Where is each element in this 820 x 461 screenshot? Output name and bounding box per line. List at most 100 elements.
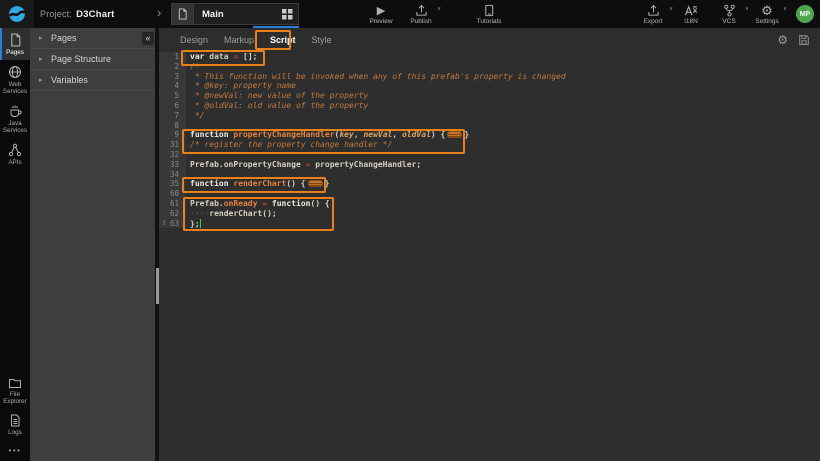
expand-arrow-icon: ▸	[39, 55, 51, 63]
play-icon: ▶	[377, 3, 385, 17]
code-line[interactable]: 8	[159, 121, 820, 131]
code-line[interactable]: 7 */	[159, 111, 820, 121]
code-line[interactable]: 4 * @key: property name	[159, 81, 820, 91]
line-number: 31	[159, 140, 186, 150]
line-number: 60	[159, 189, 186, 199]
tab-markup[interactable]: Markup	[224, 35, 254, 45]
sidebar-item-pages[interactable]: Pages	[0, 28, 30, 60]
tab-style[interactable]: Style	[312, 35, 332, 45]
wavemaker-logo[interactable]	[0, 0, 34, 28]
code-line[interactable]: 3 * This function will be invoked when a…	[159, 72, 820, 82]
sidebar-item-apis[interactable]: APIs	[0, 138, 30, 170]
sidebar-item-file-explorer[interactable]: File Explorer	[0, 371, 30, 409]
code-line[interactable]: 35function renderChart() {}	[159, 179, 820, 189]
toolbar-center: ▶ Preview Publish ∨ Tutorials	[366, 0, 504, 28]
breadcrumb-chevron-icon[interactable]: ›	[157, 5, 161, 20]
globe-icon	[8, 65, 22, 79]
tab-script[interactable]: Script	[270, 35, 296, 45]
line-number: 8	[159, 121, 186, 131]
script-editor: Design Markup Script Style ⚙ 1var data =…	[159, 28, 820, 461]
vcs-button[interactable]: VCS ∨	[714, 0, 744, 28]
code-text	[186, 121, 190, 131]
folded-code-widget[interactable]	[447, 131, 462, 138]
line-number: 7	[159, 111, 186, 121]
tab-design[interactable]: Design	[180, 35, 208, 45]
sidebar-item-web-services[interactable]: Web Services	[0, 60, 30, 99]
left-sidebar: Pages Web Services Java Services APIs Fi…	[0, 28, 30, 461]
panel-section-variables[interactable]: ▸ Variables	[30, 70, 155, 91]
tutorials-button[interactable]: Tutorials	[474, 0, 504, 28]
expand-arrow-icon: ▸	[39, 34, 51, 42]
code-line[interactable]: 34	[159, 170, 820, 180]
line-number: 32	[159, 150, 186, 160]
line-number: 33	[159, 160, 186, 170]
expand-arrow-icon: ▸	[39, 76, 51, 84]
code-text: * @newVal: new value of the property	[186, 91, 368, 101]
sidebar-spacer	[0, 170, 30, 371]
editor-vertical-scrollbar[interactable]	[155, 28, 159, 461]
user-avatar[interactable]: MP	[796, 5, 814, 23]
code-text: function renderChart() {}	[186, 179, 329, 189]
gear-icon: ⚙	[761, 3, 773, 17]
code-line[interactable]: 2/*	[159, 62, 820, 72]
code-line[interactable]: 31/* register the property change handle…	[159, 140, 820, 150]
active-tab-indicator	[253, 26, 299, 29]
code-line[interactable]: 33Prefab.onPropertyChange = propertyChan…	[159, 160, 820, 170]
code-text: };	[186, 219, 201, 229]
code-text: Prefab.onPropertyChange = propertyChange…	[186, 160, 421, 170]
code-line[interactable]: 62····renderChart();	[159, 209, 820, 219]
sidebar-item-logs[interactable]: Logs	[0, 409, 30, 440]
open-page-tab-main[interactable]: Main	[171, 3, 299, 25]
gutter-marker-icon: !	[162, 219, 166, 229]
line-number: 5	[159, 91, 186, 101]
code-line[interactable]: 6 * @oldVal: old value of the property	[159, 101, 820, 111]
wavemaker-logo-icon	[7, 4, 27, 24]
export-icon	[647, 3, 660, 17]
chevron-down-icon: ∨	[783, 6, 787, 12]
main-tab-label: Main	[194, 9, 276, 20]
app-window: Project: D3Chart › Main ▶ Preview	[0, 0, 820, 461]
editor-settings-icon[interactable]: ⚙	[777, 33, 788, 47]
folded-code-widget[interactable]	[308, 180, 323, 187]
scrollbar-thumb[interactable]	[156, 268, 159, 304]
line-number: 2	[159, 62, 186, 72]
sidebar-item-java-services[interactable]: Java Services	[0, 99, 30, 138]
code-text: var data = [];	[186, 52, 257, 62]
i18n-button[interactable]: I18N	[676, 0, 706, 28]
code-text: * @key: property name	[186, 81, 296, 91]
chevron-down-icon: ∨	[437, 6, 441, 12]
code-text	[186, 189, 190, 199]
panel-section-pages[interactable]: ▸ Pages	[30, 28, 155, 49]
page-file-icon	[172, 4, 194, 24]
code-line[interactable]: 63!};	[159, 219, 820, 229]
upload-icon	[415, 3, 428, 17]
code-line[interactable]: 60	[159, 189, 820, 199]
code-text: Prefab.onReady = function() {	[186, 199, 330, 209]
collapse-panel-button[interactable]: «	[142, 32, 154, 45]
line-number: 4	[159, 81, 186, 91]
top-bar: Project: D3Chart › Main ▶ Preview	[0, 0, 820, 28]
line-number: 61	[159, 199, 186, 209]
chevron-down-icon: ∨	[669, 6, 673, 12]
code-lines[interactable]: 1var data = [];2/*3 * This function will…	[159, 52, 820, 228]
code-text: ····renderChart();	[186, 209, 277, 219]
branch-icon	[723, 3, 736, 17]
publish-button[interactable]: Publish ∨	[406, 0, 436, 28]
export-button[interactable]: Export ∨	[638, 0, 668, 28]
code-text: * This function will be invoked when any…	[186, 72, 566, 82]
preview-button[interactable]: ▶ Preview	[366, 0, 396, 28]
line-number: 9	[159, 130, 186, 140]
save-icon[interactable]	[798, 34, 810, 46]
code-line[interactable]: 9function propertyChangeHandler(key, new…	[159, 130, 820, 140]
more-options-icon[interactable]: •••	[0, 440, 30, 461]
settings-button[interactable]: ⚙ Settings ∨	[752, 0, 782, 28]
toolbar-right: Export ∨ I18N VCS ∨ ⚙ Settings ∨	[638, 0, 814, 28]
grid-view-icon[interactable]	[276, 9, 298, 20]
panel-section-page-structure[interactable]: ▸ Page Structure	[30, 49, 155, 70]
code-text: /*	[186, 62, 200, 72]
coffee-cup-icon	[8, 104, 22, 118]
code-line[interactable]: 5 * @newVal: new value of the property	[159, 91, 820, 101]
code-line[interactable]: 32	[159, 150, 820, 160]
code-line[interactable]: 1var data = [];	[159, 52, 820, 62]
code-line[interactable]: 61Prefab.onReady = function() {	[159, 199, 820, 209]
